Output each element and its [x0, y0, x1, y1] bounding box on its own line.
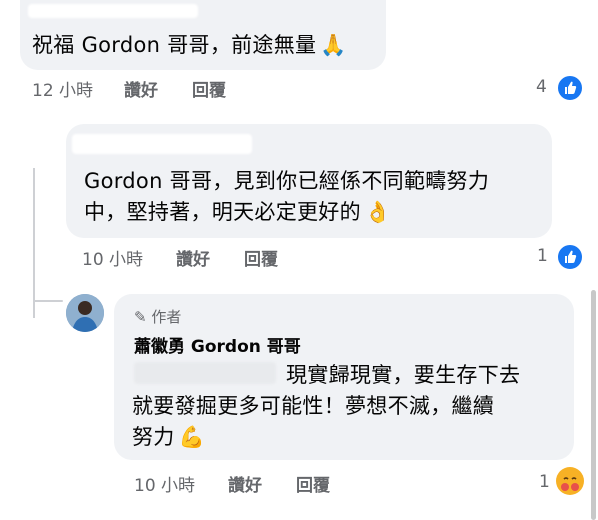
redacted-name — [28, 4, 198, 18]
comment-meta: 10 小時 讚好 回覆 — [134, 471, 594, 496]
like-button[interactable]: 讚好 — [176, 245, 210, 270]
comment-text: 祝福 Gordon 哥哥，前途無量 🙏 — [32, 33, 347, 57]
comment-meta: 12 小時 讚好 回覆 — [32, 76, 592, 101]
reaction-count: 1 — [539, 472, 550, 492]
reaction-count: 4 — [536, 77, 547, 97]
reply-button[interactable]: 回覆 — [192, 76, 226, 101]
redacted-name — [72, 134, 252, 154]
timestamp: 10 小時 — [134, 476, 196, 496]
comment-text: 現實歸現實，要生存下去 就要發掘更多可能性！夢想不滅，繼續 努力 💪 — [132, 363, 521, 449]
folded-hands-emoji: 🙏 — [320, 33, 347, 57]
timestamp: 12 小時 — [32, 81, 94, 101]
scrollbar[interactable] — [591, 290, 596, 520]
ok-hand-emoji: 👌 — [364, 200, 392, 224]
reply-button[interactable]: 回覆 — [296, 471, 330, 496]
flexed-biceps-emoji: 💪 — [178, 425, 206, 449]
hug-emoji-icon[interactable] — [556, 467, 584, 495]
author-badge: ✎ 作者 — [134, 308, 182, 326]
author-name[interactable]: 蕭徽勇 Gordon 哥哥 — [134, 332, 301, 357]
thumbs-up-icon[interactable] — [556, 243, 584, 271]
comment-text: Gordon 哥哥，見到你已經係不同範疇努力 中，堅持著，明天必定更好的 👌 — [84, 169, 490, 224]
comment-meta: 10 小時 讚好 回覆 — [82, 245, 582, 270]
thread-connector — [33, 168, 35, 318]
reply-button[interactable]: 回覆 — [244, 245, 278, 270]
like-button[interactable]: 讚好 — [124, 76, 158, 101]
thread-connector-curve — [33, 300, 63, 302]
timestamp: 10 小時 — [82, 250, 144, 270]
avatar[interactable] — [66, 294, 104, 332]
reaction-count: 1 — [537, 246, 548, 266]
pencil-icon: ✎ — [134, 308, 147, 326]
like-button[interactable]: 讚好 — [228, 471, 262, 496]
thumbs-up-icon[interactable] — [556, 74, 584, 102]
